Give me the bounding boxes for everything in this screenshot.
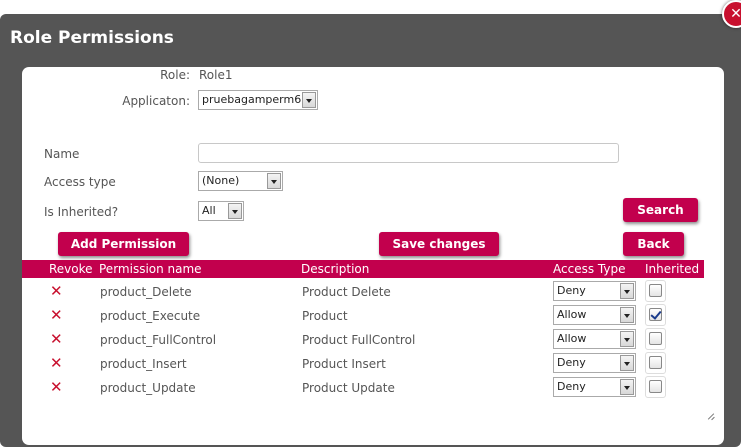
permission-name-cell: product_Insert	[100, 357, 187, 371]
column-header-inherited: Inherited	[645, 262, 700, 276]
permission-name-cell: product_Delete	[100, 285, 192, 299]
access-type-row-select[interactable]: Deny	[553, 281, 636, 301]
resize-grip-icon[interactable]	[705, 410, 715, 420]
inherited-cell	[645, 328, 666, 350]
inherited-cell	[645, 304, 666, 326]
close-icon[interactable]: ✕	[50, 332, 64, 347]
add-permission-button[interactable]: Add Permission	[58, 232, 189, 256]
column-header-revoke: Revoke	[49, 262, 93, 276]
chevron-down-icon	[620, 283, 634, 299]
access-type-row-select[interactable]: Deny	[553, 353, 636, 373]
back-button[interactable]: Back	[623, 232, 684, 256]
role-label: Role:	[160, 68, 190, 82]
access-type-row-select[interactable]: Allow	[553, 305, 636, 325]
is-inherited-select[interactable]: All	[198, 201, 244, 221]
is-inherited-select-value: All	[202, 204, 216, 217]
description-cell: Product Delete	[302, 285, 391, 299]
access-type-label: Access type	[44, 175, 116, 189]
column-header-access-type: Access Type	[553, 262, 626, 276]
access-type-select-value: (None)	[202, 174, 240, 187]
access-type-row-select[interactable]: Allow	[553, 329, 636, 349]
column-header-permission-name: Permission name	[99, 262, 202, 276]
description-cell: Product Update	[302, 381, 395, 395]
inherited-checkbox[interactable]	[649, 332, 662, 345]
save-changes-button[interactable]: Save changes	[379, 232, 499, 256]
access-type-select[interactable]: (None)	[198, 171, 283, 191]
permission-name-cell: product_Execute	[100, 309, 201, 323]
application-label: Applicaton:	[122, 94, 190, 108]
access-type-row-value: Allow	[557, 308, 587, 321]
chevron-down-icon	[620, 379, 634, 395]
close-icon: ✕	[730, 6, 741, 22]
access-type-row-value: Deny	[557, 380, 586, 393]
search-button[interactable]: Search	[623, 198, 698, 222]
description-cell: Product FullControl	[302, 333, 416, 347]
close-icon[interactable]: ✕	[50, 284, 64, 299]
access-type-row-value: Allow	[557, 332, 587, 345]
close-icon[interactable]: ✕	[50, 356, 64, 371]
inherited-checkbox[interactable]	[649, 308, 662, 321]
permissions-table-header: Revoke Permission name Description Acces…	[22, 260, 704, 278]
column-header-description: Description	[301, 262, 370, 276]
access-type-row-select[interactable]: Deny	[553, 377, 636, 397]
application-select[interactable]: pruebagamperm6	[198, 90, 318, 110]
inherited-checkbox[interactable]	[649, 356, 662, 369]
close-icon[interactable]: ✕	[50, 380, 64, 395]
description-cell: Product	[302, 309, 348, 323]
permission-name-cell: product_Update	[100, 381, 196, 395]
chevron-down-icon	[267, 173, 281, 189]
description-cell: Product Insert	[302, 357, 386, 371]
permission-name-cell: product_FullControl	[100, 333, 217, 347]
role-value: Role1	[199, 68, 233, 82]
inherited-cell	[645, 280, 666, 302]
inherited-cell	[645, 376, 666, 398]
access-type-row-value: Deny	[557, 356, 586, 369]
chevron-down-icon	[620, 307, 634, 323]
chevron-down-icon	[302, 92, 316, 108]
access-type-row-value: Deny	[557, 284, 586, 297]
close-icon[interactable]: ✕	[50, 308, 64, 323]
chevron-down-icon	[620, 331, 634, 347]
application-select-value: pruebagamperm6	[202, 93, 302, 106]
inherited-cell	[645, 352, 666, 374]
dialog-title: Role Permissions	[10, 28, 174, 48]
chevron-down-icon	[228, 203, 242, 219]
inherited-checkbox[interactable]	[649, 284, 662, 297]
chevron-down-icon	[620, 355, 634, 371]
is-inherited-label: Is Inherited?	[44, 205, 119, 219]
inherited-checkbox[interactable]	[649, 380, 662, 393]
name-label: Name	[44, 147, 80, 161]
name-input[interactable]	[198, 143, 619, 163]
